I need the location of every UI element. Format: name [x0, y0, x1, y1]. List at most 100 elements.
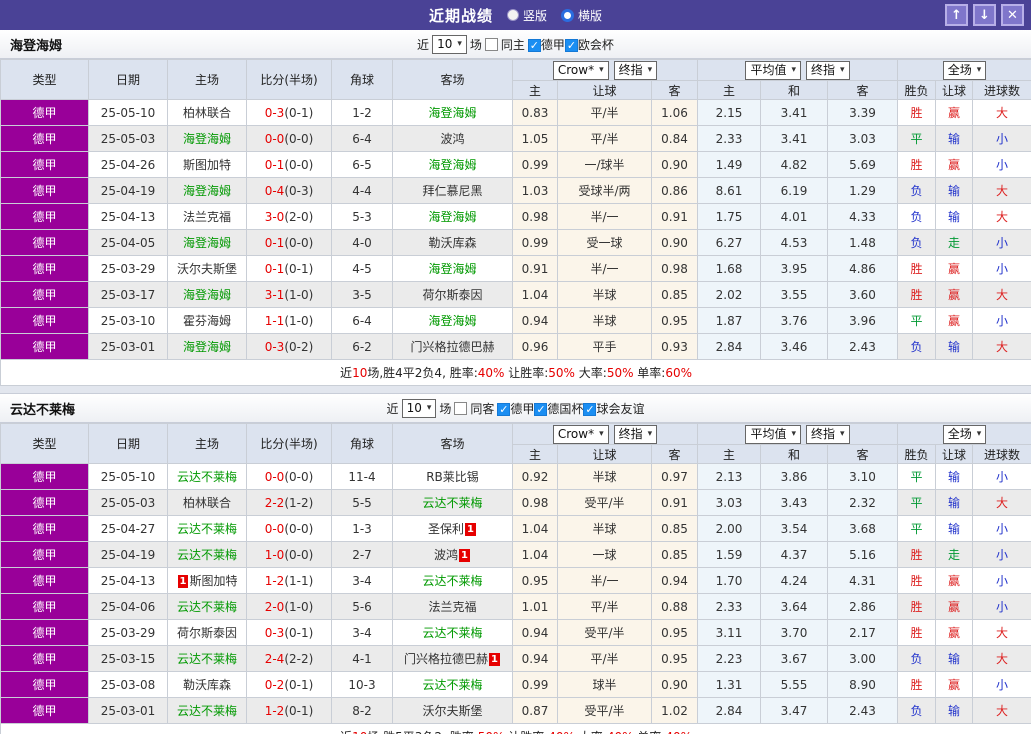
- corner-cell: 10-3: [331, 671, 393, 698]
- score-cell: 0-3(0-1): [246, 99, 332, 126]
- competition-checkbox[interactable]: ✓: [583, 402, 597, 416]
- bookmaker-select[interactable]: Crow* ▾: [552, 60, 609, 80]
- away-odds-cell: 2.43: [827, 697, 899, 724]
- average-line-select[interactable]: 终指 ▾: [806, 424, 850, 444]
- draw-odds-cell: 3.54: [760, 515, 829, 542]
- home-team-cell: 海登海姆: [167, 333, 247, 360]
- league-cell: 德甲: [0, 619, 89, 646]
- radio-horizontal-layout[interactable]: 横版: [561, 7, 602, 24]
- sub-header-hcap-result: 让球: [935, 80, 974, 100]
- match-row: 德甲 25-04-27 云达不莱梅 0-0(0-0) 1-3 圣保利 1 1.04 半球 0.85…: [0, 515, 1031, 542]
- halftime-score: (1-2): [284, 495, 314, 510]
- hcap-result-cell: 输: [935, 645, 974, 672]
- match-row: 德甲 25-04-26 斯图加特 0-1(0-0) 6-5 海登海姆 0.99 一/球半 0.9…: [0, 151, 1031, 178]
- goals-result: 小: [996, 236, 1009, 250]
- red-card-badge: 1: [465, 523, 476, 536]
- radio-horizontal-label: 横版: [578, 8, 603, 23]
- radio-unselected-icon[interactable]: [506, 9, 519, 21]
- scope-select[interactable]: 全场 ▾: [942, 60, 987, 80]
- corner-cell: 6-4: [331, 125, 393, 152]
- wdl-result: 负: [910, 340, 923, 354]
- bookmaker-select[interactable]: Crow* ▾: [552, 424, 609, 444]
- away-odds: 2.32: [849, 495, 876, 510]
- halftime-score: (0-0): [284, 521, 314, 536]
- hcap-result-cell: 输: [935, 697, 974, 724]
- bookmaker-line-select[interactable]: 终指 ▾: [613, 60, 658, 80]
- average-line-select[interactable]: 终指 ▾: [806, 60, 850, 80]
- hcap-away-odds-cell: 0.98: [650, 255, 699, 282]
- score-cell: 0-3(0-1): [246, 619, 332, 646]
- scope-select[interactable]: 全场 ▾: [942, 424, 987, 444]
- summary-stat-label: 场,胜5平3负2, 胜率:: [367, 730, 477, 734]
- competition-filters: ✓ 德甲 ✓ 欧会杯: [527, 36, 614, 53]
- hcap-line-cell: 受平/半: [557, 697, 652, 724]
- hcap-away-odds-cell: 1.06: [650, 99, 699, 126]
- hcap-home-odds: 0.95: [521, 573, 549, 588]
- competition-checkbox[interactable]: ✓: [527, 38, 541, 52]
- col-header-date: 日期: [88, 423, 168, 464]
- col-header-date: 日期: [88, 59, 168, 100]
- filter-near-label: 近: [417, 37, 430, 52]
- hcap-home-odds-cell: 0.92: [512, 463, 558, 490]
- league-cell: 德甲: [0, 567, 89, 594]
- hcap-away-odds-cell: 0.90: [650, 229, 699, 256]
- home-team-cell: 勒沃库森: [167, 671, 247, 698]
- average-select[interactable]: 平均值 ▾: [745, 60, 802, 80]
- home-odds-cell: 6.27: [697, 229, 762, 256]
- away-team-cell: 拜仁慕尼黑: [392, 177, 513, 204]
- move-down-button[interactable]: ↓: [973, 4, 996, 26]
- match-count-select[interactable]: 10 ▾: [432, 34, 467, 54]
- move-up-button[interactable]: ↑: [945, 4, 968, 26]
- close-button[interactable]: ✕: [1001, 4, 1024, 26]
- match-row: 德甲 25-03-08 勒沃库森 0-2(0-1) 10-3 云达不莱梅 0.99 球半 0.9…: [0, 671, 1031, 698]
- draw-odds: 3.55: [780, 287, 808, 302]
- competition-checkbox[interactable]: ✓: [497, 402, 511, 416]
- halftime-score: (1-0): [284, 599, 314, 614]
- hcap-home-odds-cell: 1.03: [512, 177, 558, 204]
- average-select[interactable]: 平均值 ▾: [745, 424, 802, 444]
- away-odds: 2.86: [849, 599, 876, 614]
- home-team-cell: 云达不莱梅: [167, 541, 247, 568]
- date-cell: 25-04-19: [88, 541, 168, 568]
- home-team-name: 勒沃库森: [182, 678, 231, 692]
- hcap-away-odds-cell: 0.85: [650, 541, 699, 568]
- away-team-name: 海登海姆: [428, 262, 477, 276]
- same-venue-checkbox[interactable]: [454, 401, 468, 415]
- same-venue-checkbox[interactable]: [484, 37, 498, 51]
- corner-count: 3-5: [352, 287, 372, 302]
- radio-vertical-layout[interactable]: 竖版: [506, 7, 547, 24]
- bookmaker-line-select[interactable]: 终指 ▾: [613, 424, 658, 444]
- hcap-result-cell: 赢: [935, 99, 974, 126]
- league-label: 德甲: [32, 704, 57, 718]
- summary-stat-value: 50%: [478, 730, 505, 734]
- fulltime-score: 1-2: [264, 573, 285, 588]
- home-team-cell: 沃尔夫斯堡: [167, 255, 247, 282]
- hcap-away-odds: 1.06: [661, 105, 688, 120]
- away-team-name: 拜仁慕尼黑: [422, 184, 483, 198]
- hcap-away-odds: 0.94: [661, 573, 688, 588]
- match-count-select[interactable]: 10 ▾: [401, 398, 437, 418]
- competition-checkbox[interactable]: ✓: [564, 38, 578, 52]
- away-team-name: 波鸿: [434, 548, 459, 562]
- goals-result: 小: [996, 678, 1009, 692]
- goals-result: 小: [996, 574, 1009, 588]
- home-team-name: 法兰克福: [182, 210, 231, 224]
- home-odds-cell: 1.49: [697, 151, 762, 178]
- score-cell: 0-1(0-0): [246, 151, 332, 178]
- wdl-result-cell: 胜: [897, 593, 937, 620]
- corner-cell: 4-4: [331, 177, 393, 204]
- summary-stat-label: 场,胜4平2负4, 胜率:: [367, 366, 478, 380]
- hcap-line-cell: 球半: [557, 671, 652, 698]
- away-team-cell: 圣保利 1: [392, 515, 513, 542]
- away-team-name: 波鸿: [440, 132, 465, 146]
- hcap-line-cell: 半球: [557, 515, 652, 542]
- away-odds-cell: 3.68: [827, 515, 899, 542]
- goals-result: 大: [996, 704, 1009, 718]
- match-date: 25-05-03: [100, 131, 156, 146]
- competition-checkbox[interactable]: ✓: [534, 402, 548, 416]
- hcap-line: 平手: [592, 340, 617, 354]
- home-odds: 2.33: [715, 599, 743, 614]
- radio-selected-icon[interactable]: [561, 8, 574, 22]
- sections-root: 海登海姆 近 10 ▾ 场 同主 ✓ 德甲 ✓ 欧会杯 类型 日期 主场 比分(…: [0, 30, 1031, 734]
- league-label: 德甲: [32, 184, 57, 198]
